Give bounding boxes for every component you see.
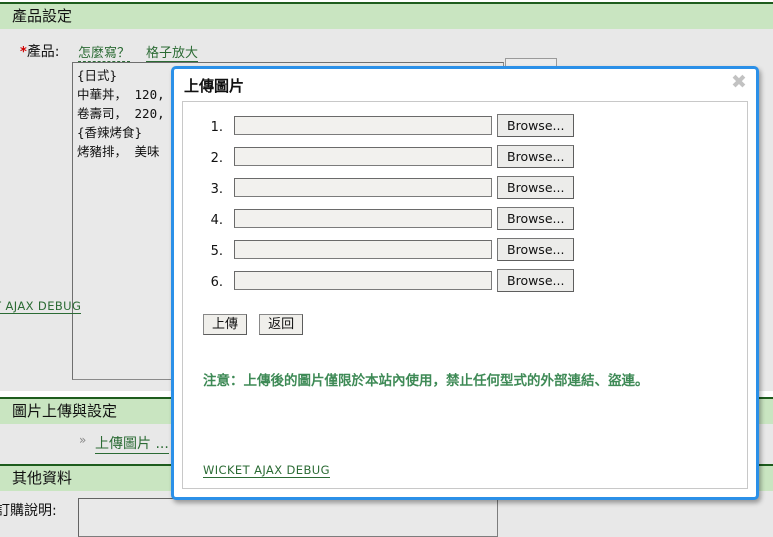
modal-title: 上傳圖片 [184,77,245,95]
upload-notice-text: 注意：上傳後的圖片僅限於本站內使用，禁止任何型式的外部連結、盜連。 [203,373,649,389]
wicket-ajax-debug-background-link[interactable]: T AJAX DEBUG [0,299,82,314]
link-enlarge-grid[interactable]: 格子放大 [146,42,199,62]
upload-row-number: 6. [210,275,223,290]
upload-row: 3. Browse... [203,176,747,207]
product-field-label: *產品: [20,41,60,61]
browse-button-4[interactable]: Browse... [497,207,575,230]
chevron-double-right-icon: » [79,433,87,447]
file-path-input-5[interactable] [234,240,492,259]
browse-button-5[interactable]: Browse... [497,238,575,261]
upload-image-modal: 上傳圖片 ✖ 1. Browse... 2. Browse... 3. Brow… [171,66,759,500]
upload-row: 1. Browse... [203,114,747,145]
file-path-input-1[interactable] [234,116,492,135]
file-path-input-6[interactable] [234,271,492,290]
upload-row-number: 2. [210,151,223,166]
upload-submit-button[interactable]: 上傳 [203,314,248,335]
close-icon[interactable]: ✖ [728,71,750,93]
section-header-product: 產品設定 [0,2,773,29]
section-header-images-label: 圖片上傳與設定 [12,402,118,420]
upload-rows-list: 1. Browse... 2. Browse... 3. Browse... 4… [183,102,747,300]
link-upload-image[interactable]: 上傳圖片 ... [95,433,169,454]
required-asterisk: * [20,45,27,60]
modal-body: 1. Browse... 2. Browse... 3. Browse... 4… [182,101,748,489]
order-note-textarea[interactable] [78,498,498,537]
section-header-product-label: 產品設定 [12,7,73,25]
back-button[interactable]: 返回 [259,314,304,335]
order-note-label: 訂購說明: [0,503,57,519]
upload-row-number: 5. [210,244,223,259]
file-path-input-3[interactable] [234,178,492,197]
file-path-input-2[interactable] [234,147,492,166]
product-label-text: 產品: [26,44,60,60]
upload-row-number: 4. [210,213,223,228]
upload-row: 5. Browse... [203,238,747,269]
upload-row: 4. Browse... [203,207,747,238]
browse-button-3[interactable]: Browse... [497,176,575,199]
file-path-input-4[interactable] [234,209,492,228]
upload-row: 6. Browse... [203,269,747,300]
wicket-ajax-debug-link[interactable]: WICKET AJAX DEBUG [203,463,330,478]
link-how-to-write[interactable]: 怎麼寫？ [78,42,131,62]
modal-action-buttons: 上傳 返回 [203,314,747,335]
modal-titlebar[interactable]: 上傳圖片 ✖ [174,69,756,101]
section-header-other-label: 其他資料 [12,469,73,487]
browse-button-2[interactable]: Browse... [497,145,575,168]
browse-button-1[interactable]: Browse... [497,114,575,137]
upload-row-number: 3. [210,182,223,197]
upload-row-number: 1. [210,120,223,135]
upload-row: 2. Browse... [203,145,747,176]
browse-button-6[interactable]: Browse... [497,269,575,292]
